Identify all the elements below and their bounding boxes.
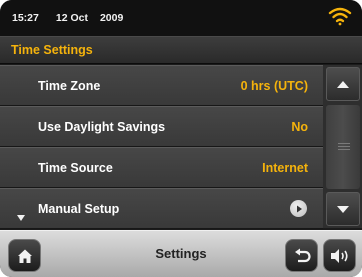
scrollbar[interactable] [323,65,362,228]
setting-row-time-zone[interactable]: Time Zone 0 hrs (UTC) [0,65,323,106]
status-date: 12 Oct [55,12,88,24]
setting-label: Time Source [38,160,113,175]
triangle-up-icon [337,80,349,88]
status-time: 15:27 [12,12,39,24]
setting-row-time-source[interactable]: Time Source Internet [0,147,323,188]
setting-label: Time Zone [38,78,101,93]
radio-screen: 15:27 12 Oct 2009 Time Settings Time Zon… [0,0,362,277]
grip-line [338,149,350,150]
setting-row-daylight-savings[interactable]: Use Daylight Savings No [0,106,323,147]
more-below-icon [17,215,25,221]
scroll-down-button[interactable] [326,192,360,226]
volume-icon [330,248,348,263]
scroll-up-button[interactable] [326,67,360,101]
setting-label: Manual Setup [38,201,120,216]
volume-button[interactable] [323,239,356,272]
grip-line [338,143,350,144]
arrow-right-icon [290,200,307,217]
wifi-icon [328,7,352,26]
grip-line [338,146,350,147]
setting-value: Internet [262,160,308,175]
setting-label: Use Daylight Savings [38,119,166,134]
back-button[interactable] [285,239,318,272]
status-bar: 15:27 12 Oct 2009 [0,0,362,36]
triangle-down-icon [337,205,349,213]
back-arrow-icon [294,248,311,262]
setting-value: No [291,119,308,134]
bottom-bar: Settings [0,230,362,277]
settings-list: Time Zone 0 hrs (UTC) Use Daylight Savin… [0,65,323,230]
setting-row-manual-setup[interactable]: Manual Setup [0,188,323,229]
page-title: Time Settings [11,43,93,57]
scroll-thumb[interactable] [326,105,360,189]
setting-value: 0 hrs (UTC) [240,78,308,93]
status-year: 2009 [99,12,124,24]
title-bar: Time Settings [0,36,362,64]
